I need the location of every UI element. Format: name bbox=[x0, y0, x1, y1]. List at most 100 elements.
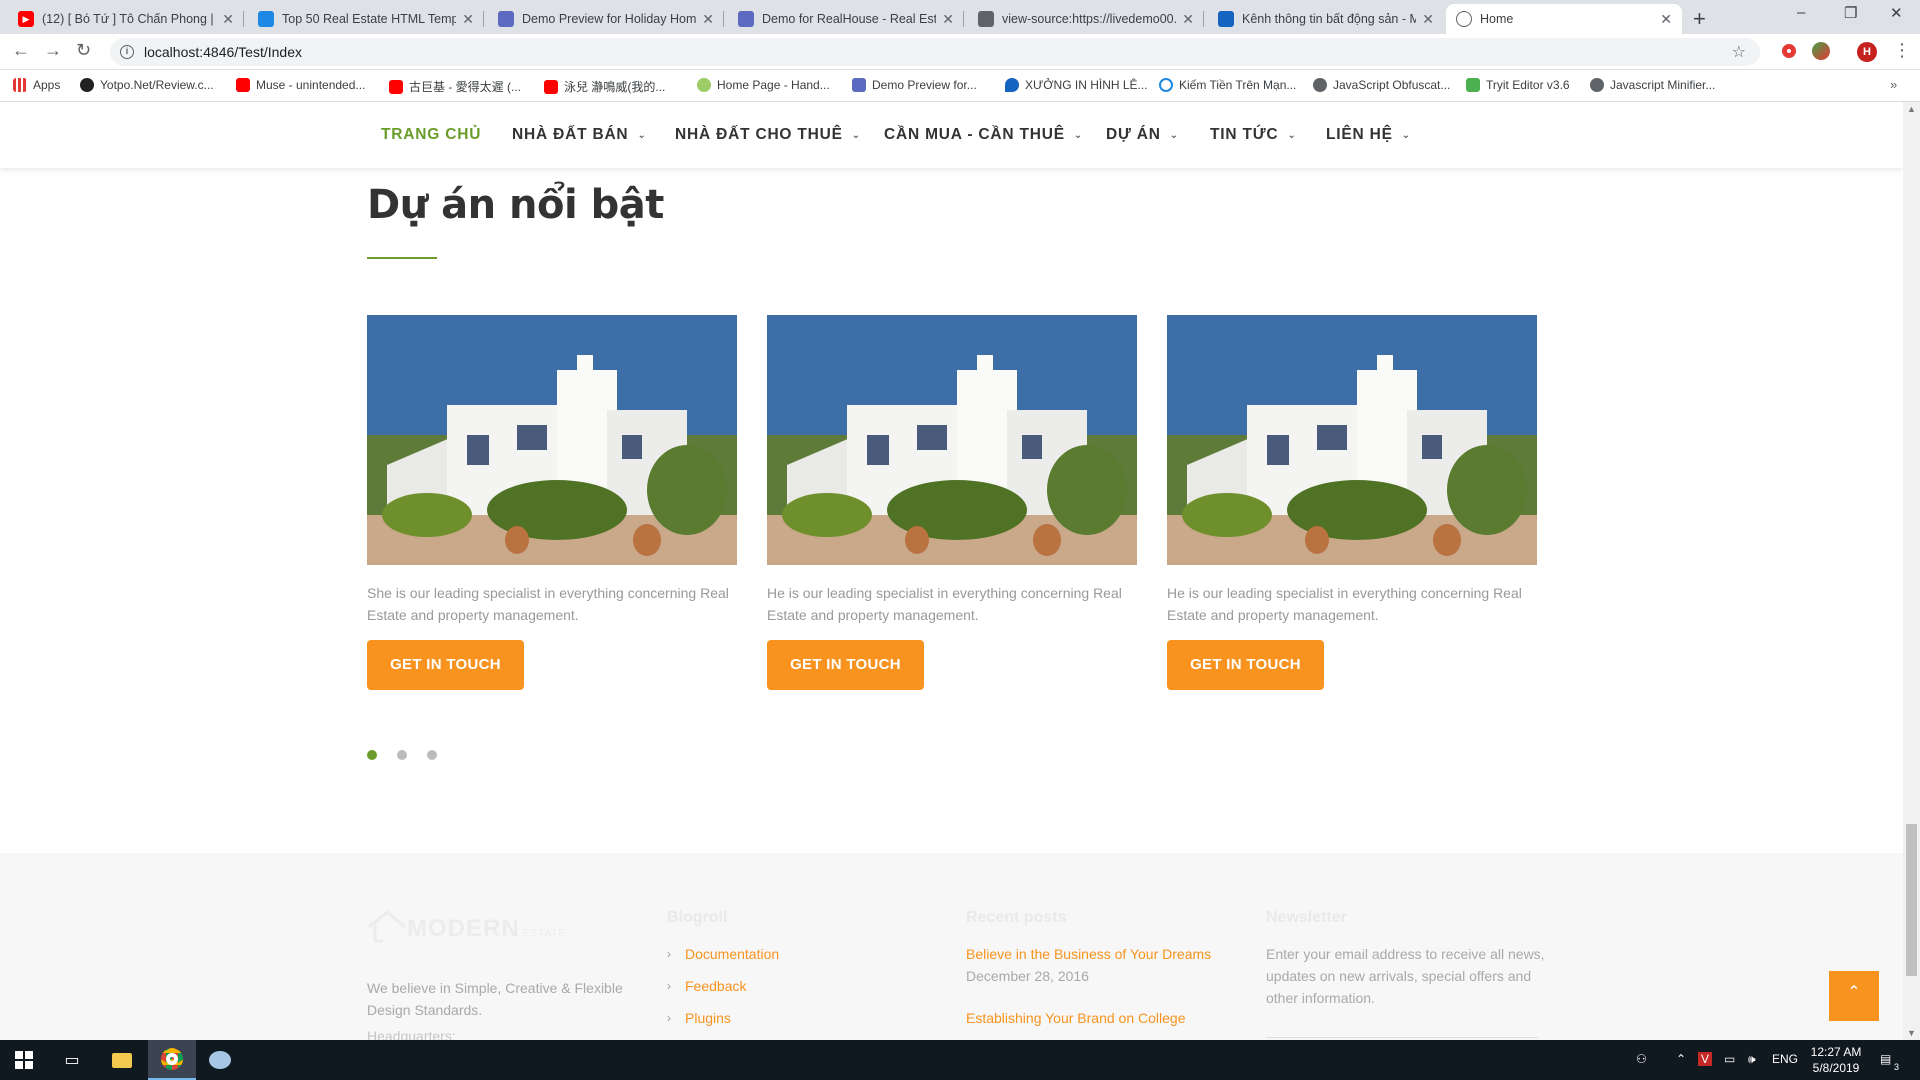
get-in-touch-button[interactable]: GET IN TOUCH bbox=[1167, 640, 1324, 690]
get-in-touch-button[interactable]: GET IN TOUCH bbox=[367, 640, 524, 690]
browser-tab[interactable]: Demo Preview for Holiday Home ✕ bbox=[488, 4, 724, 34]
nav-item-news[interactable]: TIN TỨC ⌄ bbox=[1210, 126, 1297, 144]
network-icon[interactable]: ▭ bbox=[1724, 1052, 1735, 1066]
project-photo[interactable] bbox=[1167, 315, 1537, 565]
antivirus-icon[interactable]: V bbox=[1698, 1052, 1713, 1066]
bookmark-item[interactable]: Home Page - Hand... bbox=[697, 78, 830, 92]
site-main-nav: TRANG CHỦ NHÀ ĐẤT BÁN ⌄ NHÀ ĐẤT CHO THUÊ ⌄… bbox=[0, 102, 1903, 168]
page-icon bbox=[498, 11, 514, 27]
browser-tab[interactable]: Demo for RealHouse - Real Estat ✕ bbox=[728, 4, 964, 34]
chevron-down-icon: ⌄ bbox=[1073, 129, 1084, 141]
chevron-right-icon: › bbox=[667, 1011, 671, 1025]
coin-icon bbox=[1159, 78, 1173, 92]
github-icon bbox=[80, 78, 94, 92]
browser-tab[interactable]: view-source:https://livedemo00.t ✕ bbox=[968, 4, 1204, 34]
scrollbar-thumb[interactable] bbox=[1906, 824, 1917, 976]
recent-posts-column: Recent posts bbox=[966, 909, 1066, 927]
address-bar[interactable]: i localhost:4846/Test/Index ☆ bbox=[110, 38, 1760, 66]
recent-post-link[interactable]: Believe in the Business of Your Dreams bbox=[966, 946, 1211, 962]
close-icon[interactable]: ✕ bbox=[942, 11, 954, 28]
windows-start-icon[interactable] bbox=[0, 1040, 48, 1080]
browser-tab[interactable]: Kênh thông tin bất động sản - M ✕ bbox=[1208, 4, 1444, 34]
extension-icon[interactable] bbox=[1782, 44, 1796, 58]
input-language-indicator[interactable]: ENG bbox=[1772, 1052, 1798, 1066]
nav-item-home[interactable]: TRANG CHỦ bbox=[381, 126, 481, 144]
bookmark-item[interactable]: XƯỞNG IN HÌNH LÊ... bbox=[1005, 78, 1148, 92]
close-icon[interactable]: ✕ bbox=[1182, 11, 1194, 28]
menu-icon[interactable]: ⋮ bbox=[1893, 40, 1911, 61]
action-center-icon[interactable]: ▤ bbox=[1880, 1052, 1891, 1066]
close-icon[interactable]: ✕ bbox=[702, 11, 714, 28]
back-to-top-button[interactable]: ⌃ bbox=[1829, 971, 1879, 1021]
nav-item-contact[interactable]: LIÊN HỆ ⌄ bbox=[1326, 126, 1411, 144]
close-icon[interactable]: ✕ bbox=[1660, 11, 1672, 28]
recent-post-date: December 28, 2016 bbox=[966, 968, 1089, 984]
bookmark-item[interactable]: Yotpo.Net/Review.c... bbox=[80, 78, 214, 92]
newsletter-email-field[interactable] bbox=[1266, 1037, 1538, 1038]
task-view-icon[interactable]: ▭ bbox=[48, 1040, 96, 1080]
close-window-button[interactable]: ✕ bbox=[1890, 4, 1903, 22]
get-in-touch-button[interactable]: GET IN TOUCH bbox=[767, 640, 924, 690]
scroll-up-arrow-icon[interactable]: ▲ bbox=[1907, 104, 1916, 114]
house-icon bbox=[1218, 11, 1234, 27]
chrome-icon[interactable] bbox=[148, 1040, 196, 1080]
carousel-dot-active[interactable] bbox=[367, 750, 377, 760]
nav-item-projects[interactable]: DỰ ÁN ⌄ bbox=[1106, 126, 1179, 144]
restore-button[interactable]: ❐ bbox=[1844, 4, 1857, 22]
info-icon[interactable]: i bbox=[120, 45, 134, 59]
close-icon[interactable]: ✕ bbox=[1422, 11, 1434, 28]
file-explorer-icon[interactable] bbox=[98, 1040, 146, 1080]
nav-item-land-sale[interactable]: NHÀ ĐẤT BÁN ⌄ bbox=[512, 126, 647, 144]
system-clock[interactable]: 12:27 AM 5/8/2019 bbox=[1806, 1044, 1866, 1076]
tab-title: Demo Preview for Holiday Home bbox=[522, 12, 697, 26]
windows-logo-icon bbox=[15, 1051, 33, 1069]
recent-post-link[interactable]: Establishing Your Brand on College bbox=[966, 1010, 1186, 1026]
card-description: She is our leading specialist in everyth… bbox=[367, 585, 729, 623]
minimize-button[interactable]: – bbox=[1797, 4, 1805, 21]
globe-icon bbox=[1313, 78, 1327, 92]
bookmarks-more-button[interactable]: » bbox=[1890, 77, 1897, 92]
bookmark-apps[interactable]: Apps bbox=[13, 78, 60, 92]
page-scrollbar[interactable]: ▲ ▼ bbox=[1903, 102, 1920, 1040]
bookmark-item[interactable]: Kiếm Tiền Trên Mạn... bbox=[1159, 78, 1296, 92]
project-photo[interactable] bbox=[367, 315, 737, 565]
browser-tab[interactable]: Top 50 Real Estate HTML Templat ✕ bbox=[248, 4, 484, 34]
browser-tab[interactable]: ▶ (12) [ Bó Tứ ] Tô Chấn Phong | Jin ✕ bbox=[8, 4, 244, 34]
forward-arrow-icon[interactable]: → bbox=[44, 40, 62, 61]
new-tab-button[interactable]: + bbox=[1693, 6, 1706, 32]
extension-icon[interactable] bbox=[1812, 42, 1830, 60]
villa-image bbox=[1167, 315, 1537, 565]
apps-grid-icon bbox=[13, 78, 27, 92]
project-photo[interactable] bbox=[767, 315, 1137, 565]
footer-link-feedback[interactable]: › Feedback bbox=[667, 978, 746, 994]
bookmark-item[interactable]: Tryit Editor v3.6 bbox=[1466, 78, 1570, 92]
scroll-down-arrow-icon[interactable]: ▼ bbox=[1907, 1028, 1916, 1038]
nav-item-buy-rent[interactable]: CẦN MUA - CẦN THUÊ ⌄ bbox=[884, 126, 1083, 144]
carousel-dot[interactable] bbox=[397, 750, 407, 760]
volume-icon[interactable]: 🕪 bbox=[1748, 1052, 1756, 1067]
carousel-dot[interactable] bbox=[427, 750, 437, 760]
blogroll-column: Blogroll bbox=[667, 909, 727, 927]
close-icon[interactable]: ✕ bbox=[462, 11, 474, 28]
bookmark-item[interactable]: JavaScript Obfuscat... bbox=[1313, 78, 1450, 92]
windows-taskbar: ▭ ⚇ ⌃ V ▭ 🕪 ENG 12:27 AM 5/8/2019 ▤ 3 bbox=[0, 1040, 1920, 1080]
paint-app-icon[interactable] bbox=[196, 1040, 244, 1080]
bookmark-item[interactable]: Muse - unintended... bbox=[236, 78, 365, 92]
back-arrow-icon[interactable]: ← bbox=[12, 40, 30, 61]
logo-word: MODERN bbox=[407, 915, 520, 942]
show-hidden-icons-chevron[interactable]: ⌃ bbox=[1676, 1052, 1686, 1066]
people-icon[interactable]: ⚇ bbox=[1636, 1052, 1647, 1066]
bookmark-item[interactable]: 泳兒 瀞鳴威(我的... bbox=[544, 78, 665, 95]
footer-link-plugins[interactable]: › Plugins bbox=[667, 1010, 731, 1026]
footer-logo[interactable]: MODERN ESTATE bbox=[367, 909, 566, 943]
bookmark-item[interactable]: Demo Preview for... bbox=[852, 78, 977, 92]
bookmark-star-icon[interactable]: ☆ bbox=[1732, 42, 1746, 62]
browser-tab-active[interactable]: Home ✕ bbox=[1446, 4, 1682, 34]
footer-link-documentation[interactable]: › Documentation bbox=[667, 946, 779, 962]
close-icon[interactable]: ✕ bbox=[222, 11, 234, 28]
bookmark-item[interactable]: 古巨基 - 愛得太遲 (... bbox=[389, 78, 521, 95]
nav-item-land-rent[interactable]: NHÀ ĐẤT CHO THUÊ ⌄ bbox=[675, 126, 861, 144]
bookmark-item[interactable]: Javascript Minifier... bbox=[1590, 78, 1715, 92]
reload-icon[interactable]: ↻ bbox=[76, 40, 91, 61]
profile-avatar[interactable]: H bbox=[1857, 42, 1877, 62]
